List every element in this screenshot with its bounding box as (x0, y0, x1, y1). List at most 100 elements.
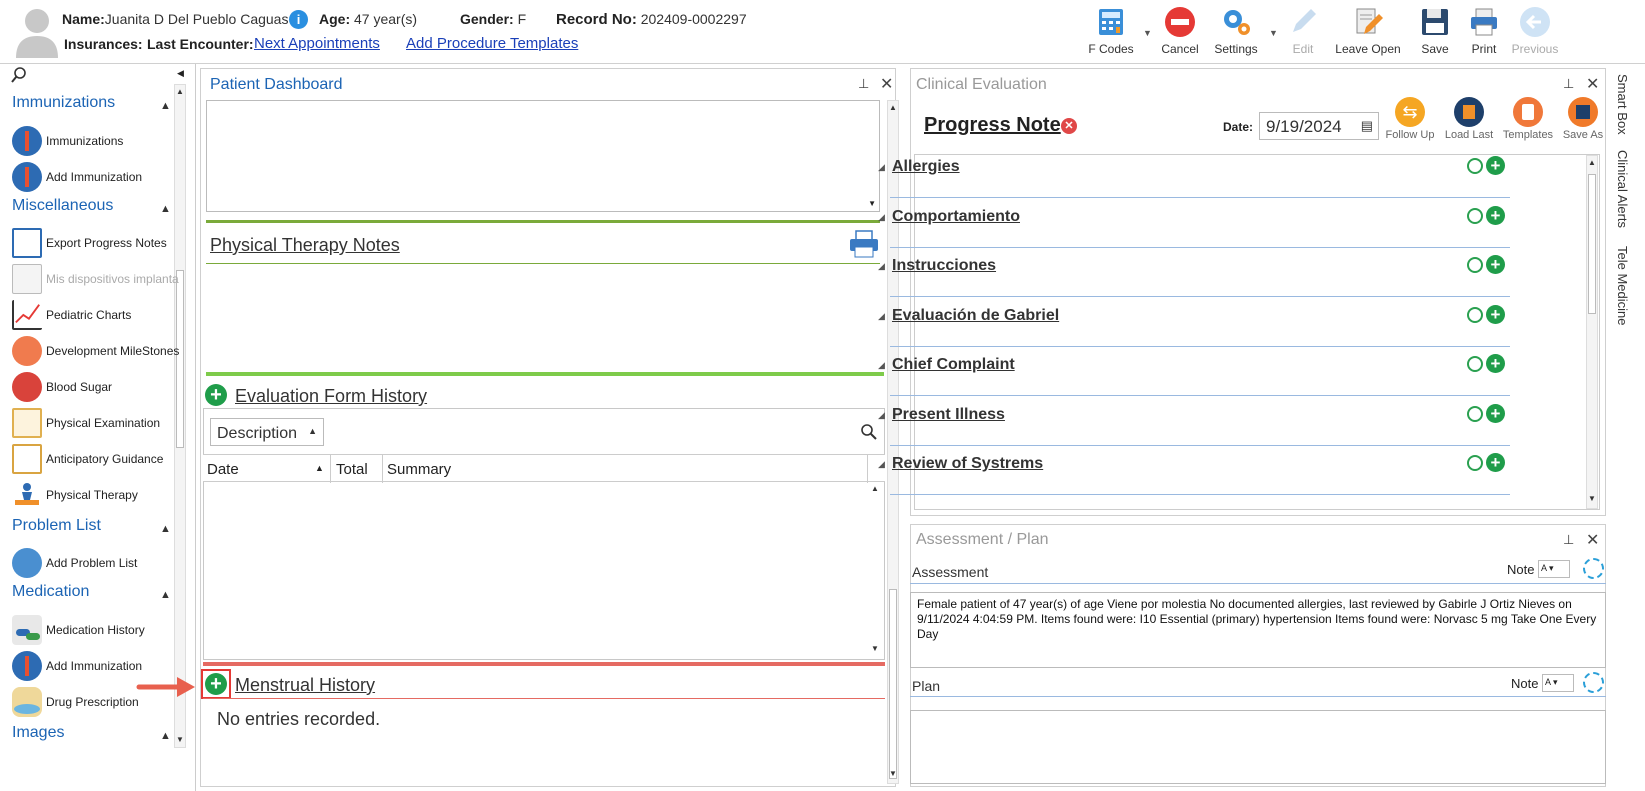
section-immunizations[interactable]: Immunizations (12, 94, 115, 112)
templates-label[interactable]: Templates (1498, 129, 1558, 141)
pin-icon[interactable]: ⊥ (1563, 532, 1574, 548)
sidebar-item-export-progress-notes[interactable]: Export Progress Notes (12, 226, 182, 260)
add-section-button[interactable]: + (1486, 205, 1505, 225)
clinical-section-title[interactable]: Instrucciones (892, 257, 996, 275)
col-date[interactable]: Date (207, 461, 239, 478)
close-icon[interactable]: ✕ (1586, 74, 1599, 94)
load-last-label[interactable]: Load Last (1439, 129, 1499, 141)
printer-icon[interactable] (848, 230, 880, 258)
next-appointments-link[interactable]: Next Appointments (254, 35, 380, 52)
clinical-section-title[interactable]: Present Illness (892, 406, 1005, 424)
sidebar-item-add-immunization[interactable]: Add Immunization (12, 160, 182, 194)
pin-icon[interactable]: ⊥ (1563, 76, 1574, 92)
add-section-button[interactable]: + (1486, 304, 1505, 324)
clinical-section-row[interactable]: ◢ Instrucciones + (878, 253, 1510, 297)
fcodes-button[interactable]: F Codes (1081, 4, 1141, 60)
chevron-up-icon[interactable]: ▲ (160, 730, 171, 742)
clinical-section-row[interactable]: ◢ Present Illness + (878, 402, 1510, 446)
sidebar-item-physical-therapy[interactable]: Physical Therapy (12, 478, 182, 512)
info-icon[interactable]: i (289, 10, 308, 29)
tab-tele-medicine[interactable]: Tele Medicine (1615, 246, 1630, 326)
dashboard-scroll-thumb[interactable] (889, 589, 897, 779)
add-menstrual-history-button[interactable]: + (205, 673, 227, 695)
clinical-scroll-thumb[interactable] (1588, 174, 1596, 314)
progress-note-title[interactable]: Progress Note (924, 114, 1061, 137)
previous-button[interactable]: Previous (1505, 4, 1565, 60)
remove-note-icon[interactable]: ✕ (1061, 118, 1077, 134)
alarm-clock-icon[interactable] (1467, 207, 1483, 224)
clinical-section-title[interactable]: Allergies (892, 158, 960, 176)
expand-triangle-icon[interactable]: ◢ (878, 162, 885, 173)
expand-triangle-icon[interactable]: ◢ (878, 212, 885, 223)
tab-clinical-alerts[interactable]: Clinical Alerts (1615, 150, 1630, 228)
follow-up-icon[interactable]: ⇆ (1395, 97, 1425, 127)
add-section-button[interactable]: + (1486, 354, 1505, 373)
expand-triangle-icon[interactable]: ◢ (878, 360, 885, 371)
templates-icon[interactable] (1513, 97, 1543, 127)
add-procedure-templates-link[interactable]: Add Procedure Templates (406, 35, 578, 52)
close-icon[interactable]: ✕ (880, 74, 893, 94)
clinical-section-row[interactable]: ◢ Allergies + (878, 154, 1510, 198)
add-section-button[interactable]: + (1486, 255, 1505, 274)
clinical-section-row[interactable]: ◢ Chief Complaint + (878, 352, 1510, 396)
chevron-up-icon[interactable]: ▲ (160, 100, 171, 112)
alarm-clock-icon[interactable] (1467, 158, 1483, 174)
search-icon[interactable] (10, 66, 28, 84)
refresh-icon[interactable] (1583, 558, 1604, 579)
assessment-textarea[interactable]: Female patient of 47 year(s) of age Vien… (910, 592, 1606, 668)
edit-button[interactable]: Edit (1273, 4, 1333, 60)
section-problem-list[interactable]: Problem List (12, 517, 101, 535)
settings-button[interactable]: Settings (1206, 4, 1266, 60)
sidebar-item-mis-dispositivos[interactable]: Mis dispositivos implanta (12, 262, 182, 296)
alarm-clock-icon[interactable] (1467, 306, 1483, 323)
load-last-icon[interactable] (1454, 97, 1484, 127)
pin-icon[interactable]: ⊥ (858, 76, 869, 92)
col-total[interactable]: Total (336, 461, 368, 478)
refresh-icon[interactable] (1583, 672, 1604, 693)
clinical-scrollbar[interactable]: ▲ ▼ (1586, 155, 1598, 509)
section-images[interactable]: Images (12, 724, 64, 742)
sidebar-item-pediatric-charts[interactable]: Pediatric Charts (12, 298, 182, 332)
evaluation-form-history-title[interactable]: Evaluation Form History (235, 386, 427, 407)
close-icon[interactable]: ✕ (1586, 530, 1599, 550)
sidebar-item-development-milestones[interactable]: Development MileStones (12, 334, 182, 368)
plan-textarea[interactable] (910, 710, 1606, 784)
alarm-clock-icon[interactable] (1467, 257, 1483, 273)
description-dropdown[interactable]: Description ▲ (210, 418, 324, 446)
add-section-button[interactable]: + (1486, 453, 1505, 472)
clinical-section-title[interactable]: Evaluación de Gabriel (892, 307, 1059, 325)
plan-note-format-dropdown[interactable]: A ▾ (1542, 674, 1574, 692)
clinical-section-row[interactable]: ◢ Evaluación de Gabriel + (878, 303, 1510, 347)
collapse-sidebar-icon[interactable]: ◀ (177, 68, 184, 79)
sidebar-item-physical-examination[interactable]: Physical Examination (12, 406, 182, 440)
sidebar-item-blood-sugar[interactable]: Blood Sugar (12, 370, 182, 404)
save-as-icon[interactable] (1568, 97, 1598, 127)
dashboard-top-textbox[interactable]: ▼ (206, 100, 880, 212)
expand-triangle-icon[interactable]: ◢ (878, 410, 885, 421)
add-section-button[interactable]: + (1486, 156, 1505, 175)
leave-open-button[interactable]: Leave Open (1333, 4, 1403, 60)
chevron-up-icon[interactable]: ▲ (160, 589, 171, 601)
clinical-section-title[interactable]: Comportamiento (892, 208, 1020, 226)
add-section-button[interactable]: + (1486, 403, 1505, 423)
cancel-button[interactable]: Cancel (1150, 4, 1210, 60)
physical-therapy-notes-title[interactable]: Physical Therapy Notes (210, 235, 400, 256)
chevron-up-icon[interactable]: ▲ (160, 523, 171, 535)
section-medication[interactable]: Medication (12, 583, 89, 601)
clinical-section-row[interactable]: ◢ Review of Systrems + (878, 451, 1510, 495)
grid-scrollbar[interactable]: ▲ ▼ (870, 484, 882, 656)
calendar-icon[interactable]: ▤ (1361, 118, 1373, 134)
sort-up-icon[interactable]: ▲ (315, 463, 324, 473)
note-format-dropdown[interactable]: A ▾ (1538, 560, 1570, 578)
col-summary[interactable]: Summary (387, 461, 451, 478)
alarm-clock-icon[interactable] (1467, 405, 1483, 422)
sidebar-item-immunizations[interactable]: Immunizations (12, 124, 182, 158)
search-icon[interactable] (860, 423, 878, 441)
clinical-section-title[interactable]: Chief Complaint (892, 356, 1015, 374)
clinical-section-title[interactable]: Review of Systrems (892, 455, 1043, 473)
expand-triangle-icon[interactable]: ◢ (878, 459, 885, 470)
alarm-clock-icon[interactable] (1467, 455, 1483, 471)
sidebar-item-add-problem-list[interactable]: Add Problem List (12, 546, 182, 580)
save-as-label[interactable]: Save As (1553, 129, 1613, 141)
expand-triangle-icon[interactable]: ◢ (878, 261, 885, 272)
